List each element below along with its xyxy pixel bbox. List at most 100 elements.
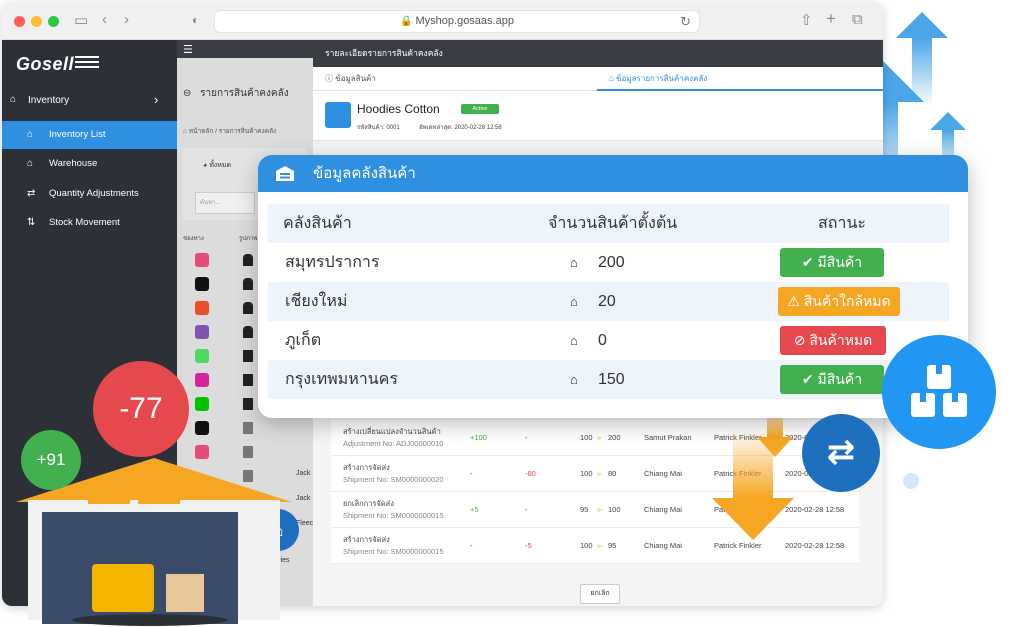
movement-type: สร้างเปลี่ยนแปลงจำนวนสินค้า: [343, 427, 441, 436]
product-thumbnail: [243, 374, 253, 386]
sort-icon: ⇅: [27, 217, 36, 228]
warehouse-icon: ⌂: [609, 74, 614, 83]
share-icon[interactable]: ⇧: [800, 11, 813, 29]
breadcrumb-current: รายการสินค้าคงคลัง: [218, 128, 277, 135]
tab-label: ข้อมูลรายการสินค้าคงคลัง: [616, 74, 708, 83]
movement-from: 95: [580, 505, 589, 514]
product-thumbnail: [243, 326, 253, 338]
movement-in: -: [470, 469, 473, 478]
sidebar-item-label: Quantity Adjustments: [49, 188, 139, 199]
back-arrow-icon[interactable]: ⊖: [183, 88, 191, 99]
product-thumbnail: [243, 422, 253, 434]
product-name: Hoodies Cotton: [357, 102, 440, 116]
warning-icon: ⚠: [787, 293, 800, 309]
cancel-button[interactable]: ยกเลิก: [580, 584, 620, 604]
product-thumbnail: [243, 254, 253, 266]
channel-icon: [195, 325, 209, 339]
forward-icon[interactable]: ›: [124, 11, 129, 28]
breadcrumb-home[interactable]: หน้าหลัก: [189, 128, 214, 135]
movement-type: สร้างการจัดส่ง: [343, 535, 390, 544]
product-name-cell: Jack: [296, 470, 311, 477]
channel-icon: [195, 301, 209, 315]
forklift: [92, 564, 154, 612]
movement-ref[interactable]: Adjustment No: ADJ00000010: [343, 438, 443, 450]
new-tab-icon[interactable]: +: [826, 9, 836, 29]
warehouse-name: เชียงใหม่: [285, 293, 348, 310]
movement-branch: Chiang Mai: [644, 469, 682, 478]
warehouse-info-card: ข้อมูลคลังสินค้า คลังสินค้า จำนวนสินค้าต…: [258, 155, 968, 418]
channel-icon: [195, 397, 209, 411]
logo-mark: [75, 56, 99, 71]
browser-titlebar: ▭ ‹ › ◐ 🔒 Myshop.gosaas.app ↻ ⇧ + ⧉: [2, 2, 883, 40]
sidebar-item-warehouse[interactable]: ⌂ Warehouse: [2, 150, 177, 178]
movement-ref[interactable]: Shipment No: SM0000000015: [343, 510, 444, 522]
col-channel-header: ช่องทาง: [183, 236, 204, 242]
movement-ref[interactable]: Shipment No: SM0000000020: [343, 474, 444, 486]
warehouse-icon: ⌂: [27, 129, 34, 140]
movement-ref[interactable]: Shipment No: SM0000000015: [343, 546, 444, 558]
movement-type: สร้างการจัดส่ง: [343, 463, 390, 472]
lock-icon: 🔒: [400, 16, 413, 27]
status-badge: ⊘ สินค้าหมด: [780, 326, 886, 355]
channel-icon: [195, 445, 209, 459]
status-badge: ✔ มีสินค้า: [780, 365, 884, 394]
movement-branch: Chiang Mai: [644, 541, 682, 550]
col-status-header: สถานะ: [818, 215, 866, 232]
stock-decrease-bubble: -77: [93, 361, 189, 457]
col-qty-header: จำนวนสินค้าตั้งต้น: [548, 215, 678, 232]
tab-product-info[interactable]: ⓘ ข้อมูลสินค้า: [325, 67, 376, 91]
reload-icon[interactable]: ↻: [680, 11, 691, 32]
transfer-icon: ⇄: [27, 188, 36, 199]
channel-icon: [195, 277, 209, 291]
table-header-row: คลังสินค้า จำนวนสินค้าตั้งต้น สถานะ: [268, 204, 949, 243]
warehouse-name: ภูเก็ต: [285, 332, 322, 349]
warehouse-qty: 0: [598, 332, 607, 349]
channel-icon: [195, 253, 209, 267]
warehouse-qty: 20: [598, 293, 616, 310]
page-title-text: รายการสินค้าคงคลัง: [200, 88, 289, 99]
search-input[interactable]: ค้นหา...: [195, 192, 255, 214]
channel-icons: [195, 253, 209, 469]
section-label: Inventory: [28, 95, 70, 106]
table-row: กรุงเทพมหานคร ⌂ 150 ✔ มีสินค้า: [268, 360, 949, 399]
back-icon[interactable]: ‹: [102, 11, 107, 28]
sidebar-section-inventory[interactable]: ⌂ Inventory ›: [2, 90, 177, 110]
sidebar-item-stock-movement[interactable]: ⇅ Stock Movement: [2, 209, 177, 237]
movement-to: 200: [608, 433, 621, 442]
close-window-button[interactable]: [14, 16, 25, 27]
product-name-cell: Jack: [296, 495, 311, 502]
sidebar-item-label: Warehouse: [49, 158, 98, 169]
movement-in: -: [470, 541, 473, 550]
status-badge: ✔ มีสินค้า: [780, 248, 884, 277]
block-icon: ⊘: [793, 332, 806, 348]
minimize-window-button[interactable]: [31, 16, 42, 27]
warehouse-icon: ⌂: [570, 294, 578, 309]
check-icon: ✔: [801, 371, 814, 387]
movement-branch: Samut Prakan: [644, 433, 692, 442]
tabs-overview-icon[interactable]: ⧉: [852, 11, 863, 28]
address-bar[interactable]: 🔒 Myshop.gosaas.app ↻: [214, 10, 700, 33]
card-title: ข้อมูลคลังสินค้า: [313, 165, 416, 182]
stock-increase-bubble: +91: [21, 430, 81, 490]
tab-inventory-info[interactable]: ⌂ ข้อมูลรายการสินค้าคงคลัง: [597, 67, 883, 91]
warehouse-icon: ⌂: [570, 255, 578, 270]
movement-branch: Chiang Mai: [644, 505, 682, 514]
menu-icon[interactable]: ☰: [183, 43, 193, 56]
chevron-double-right-icon: »: [597, 505, 602, 514]
product-code: รหัสสินค้า: 0001: [357, 125, 400, 131]
status-label: สินค้าหมด: [809, 332, 873, 348]
info-icon: ⓘ: [325, 74, 333, 83]
decor-dot: [903, 473, 919, 489]
down-arrow-icon: [712, 430, 794, 540]
movement-out: -: [525, 433, 528, 442]
sidebar-toggle-icon[interactable]: ▭: [74, 11, 88, 29]
filter-all-tab[interactable]: ◕ ทั้งหมด: [203, 160, 231, 171]
warehouse-qty: 150: [598, 371, 625, 388]
maximize-window-button[interactable]: [48, 16, 59, 27]
app-logo[interactable]: Gosell: [16, 54, 74, 75]
movement-from: 100: [580, 469, 593, 478]
sidebar-item-inventory-list[interactable]: ⌂ Inventory List: [2, 121, 177, 149]
detail-header: รายละเอียดรายการสินค้าคงคลัง: [313, 40, 883, 67]
sidebar-item-quantity-adjustments[interactable]: ⇄ Quantity Adjustments: [2, 180, 177, 208]
product-thumbnail: [243, 398, 253, 410]
